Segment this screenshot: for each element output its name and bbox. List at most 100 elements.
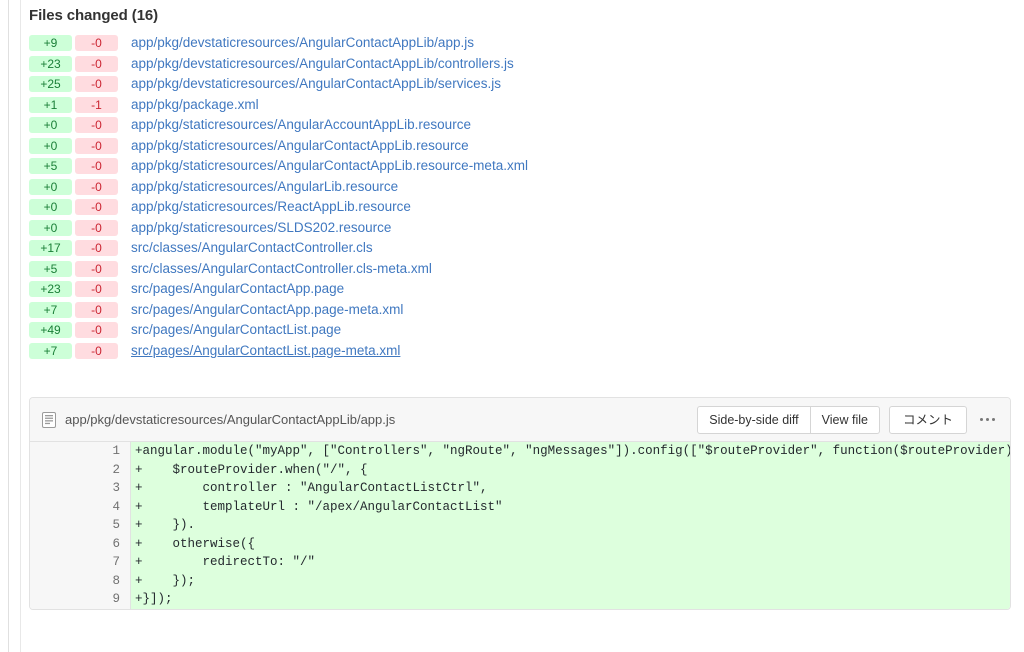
diff-line-number: 8	[30, 571, 131, 590]
kebab-dot	[985, 418, 989, 421]
additions-badge: +0	[29, 178, 72, 195]
changed-file-row[interactable]: +0 -0 app/pkg/staticresources/AngularConta…	[21, 136, 1024, 157]
additions-badge: +0	[29, 137, 72, 154]
diff-line-number: 4	[30, 497, 131, 516]
diff-code-body[interactable]: 1 +angular.module("myApp", ["Controllers"…	[30, 442, 1010, 609]
deletions-badge: -0	[75, 199, 118, 216]
deletions-badge: -0	[75, 178, 118, 195]
changed-file-link[interactable]: src/pages/AngularContactList.page-meta.x…	[131, 341, 400, 362]
deletions-badge: -0	[75, 76, 118, 93]
deletions-badge: -0	[75, 342, 118, 359]
diff-line-code: + otherwise({	[131, 534, 1010, 553]
kebab-menu-icon[interactable]	[976, 409, 998, 431]
changed-file-link[interactable]: app/pkg/staticresources/AngularAccountAp…	[131, 115, 471, 136]
diff-line[interactable]: 3 + controller : "AngularContactListCtrl"…	[30, 479, 1010, 498]
deletions-badge: -0	[75, 35, 118, 52]
changed-file-row[interactable]: +0 -0 app/pkg/staticresources/SLDS202.reso…	[21, 218, 1024, 239]
changed-file-row[interactable]: +49 -0 src/pages/AngularContactList.page	[21, 320, 1024, 341]
diff-line-code: + templateUrl : "/apex/AngularContactLis…	[131, 497, 1010, 516]
additions-badge: +0	[29, 199, 72, 216]
changed-file-row[interactable]: +23 -0 src/pages/AngularContactApp.page	[21, 279, 1024, 300]
deletions-badge: -0	[75, 137, 118, 154]
side-by-side-diff-button[interactable]: Side-by-side diff	[697, 405, 811, 434]
diff-line[interactable]: 2 + $routeProvider.when("/", {	[30, 460, 1010, 479]
diff-actions-toolbar: Side-by-side diff View file コメント	[697, 405, 1000, 434]
diff-line[interactable]: 8 + });	[30, 571, 1010, 590]
additions-badge: +7	[29, 342, 72, 359]
files-changed-section: Files changed (16) +9 -0 app/pkg/devstatic…	[21, 0, 1024, 652]
changed-file-row[interactable]: +0 -0 app/pkg/staticresources/ReactAppLib.…	[21, 197, 1024, 218]
deletions-badge: -0	[75, 281, 118, 298]
diff-line-number: 1	[30, 442, 131, 461]
diff-line[interactable]: 7 + redirectTo: "/"	[30, 553, 1010, 572]
diff-line-number: 3	[30, 479, 131, 498]
changed-file-row[interactable]: +7 -0 src/pages/AngularContactApp.page-met…	[21, 300, 1024, 321]
diff-line[interactable]: 4 + templateUrl : "/apex/AngularContactLi…	[30, 497, 1010, 516]
additions-badge: +9	[29, 35, 72, 52]
deletions-badge: -1	[75, 96, 118, 113]
deletions-badge: -0	[75, 240, 118, 257]
changed-file-link[interactable]: app/pkg/devstaticresources/AngularContac…	[131, 74, 501, 95]
diff-line-code: + controller : "AngularContactListCtrl",	[131, 479, 1010, 498]
kebab-dot	[991, 418, 995, 421]
left-rail-divider	[0, 0, 9, 652]
deletions-badge: -0	[75, 55, 118, 72]
changed-file-link[interactable]: app/pkg/staticresources/AngularContactAp…	[131, 136, 469, 157]
diff-panel-header: app/pkg/devstaticresources/AngularContac…	[30, 398, 1010, 442]
changed-file-link[interactable]: app/pkg/staticresources/AngularContactAp…	[131, 156, 528, 177]
diff-line-number: 2	[30, 460, 131, 479]
page-title: Files changed (16)	[29, 7, 159, 24]
changed-file-link[interactable]: src/pages/AngularContactList.page	[131, 320, 341, 341]
diff-line-number: 7	[30, 553, 131, 572]
additions-badge: +23	[29, 281, 72, 298]
diff-line[interactable]: 1 +angular.module("myApp", ["Controllers"…	[30, 442, 1010, 461]
changed-file-link[interactable]: app/pkg/devstaticresources/AngularContac…	[131, 33, 474, 54]
changed-file-row[interactable]: +0 -0 app/pkg/staticresources/AngularLib.r…	[21, 177, 1024, 198]
additions-badge: +5	[29, 158, 72, 175]
deletions-badge: -0	[75, 219, 118, 236]
kebab-dot	[979, 418, 983, 421]
changed-file-row[interactable]: +25 -0 app/pkg/devstaticresources/AngularC…	[21, 74, 1024, 95]
changed-file-row[interactable]: +5 -0 src/classes/AngularContactController…	[21, 259, 1024, 280]
file-text-icon	[42, 411, 56, 428]
deletions-badge: -0	[75, 322, 118, 339]
changed-files-list: +9 -0 app/pkg/devstaticresources/AngularCo…	[21, 33, 1024, 361]
changed-file-link[interactable]: app/pkg/package.xml	[131, 95, 259, 116]
additions-badge: +23	[29, 55, 72, 72]
diff-line[interactable]: 6 + otherwise({	[30, 534, 1010, 553]
diff-line[interactable]: 9 +}]);	[30, 590, 1010, 609]
diff-line-number: 5	[30, 516, 131, 535]
view-file-button[interactable]: View file	[810, 405, 880, 434]
diff-line[interactable]: 5 + }).	[30, 516, 1010, 535]
changed-file-link[interactable]: app/pkg/staticresources/ReactAppLib.reso…	[131, 197, 411, 218]
changed-file-row[interactable]: +1 -1 app/pkg/package.xml	[21, 95, 1024, 116]
diff-line-number: 6	[30, 534, 131, 553]
changed-file-link[interactable]: src/pages/AngularContactApp.page-meta.xm…	[131, 300, 403, 321]
additions-badge: +1	[29, 96, 72, 113]
changed-file-link[interactable]: app/pkg/staticresources/AngularLib.resou…	[131, 177, 398, 198]
additions-badge: +49	[29, 322, 72, 339]
changed-file-link[interactable]: app/pkg/devstaticresources/AngularContac…	[131, 54, 514, 75]
changed-file-row[interactable]: +9 -0 app/pkg/devstaticresources/AngularCo…	[21, 33, 1024, 54]
changed-file-row[interactable]: +23 -0 app/pkg/devstaticresources/AngularC…	[21, 54, 1024, 75]
changed-file-link[interactable]: app/pkg/staticresources/SLDS202.resource	[131, 218, 391, 239]
diff-line-code: + });	[131, 571, 1010, 590]
diff-file-path: app/pkg/devstaticresources/AngularContac…	[65, 412, 396, 427]
changed-file-link[interactable]: src/classes/AngularContactController.cls	[131, 238, 373, 259]
changed-file-link[interactable]: src/pages/AngularContactApp.page	[131, 279, 344, 300]
additions-badge: +5	[29, 260, 72, 277]
diff-view-button-group: Side-by-side diff View file	[697, 405, 880, 434]
comment-button[interactable]: コメント	[888, 405, 967, 434]
additions-badge: +0	[29, 219, 72, 236]
changed-file-link[interactable]: src/classes/AngularContactController.cls…	[131, 259, 432, 280]
diff-line-code: +}]);	[131, 590, 1010, 609]
deletions-badge: -0	[75, 260, 118, 277]
diff-line-code: + }).	[131, 516, 1010, 535]
additions-badge: +7	[29, 301, 72, 318]
changed-file-row[interactable]: +5 -0 app/pkg/staticresources/AngularConta…	[21, 156, 1024, 177]
changed-file-row[interactable]: +17 -0 src/classes/AngularContactControlle…	[21, 238, 1024, 259]
changed-file-row[interactable]: +0 -0 app/pkg/staticresources/AngularAccou…	[21, 115, 1024, 136]
additions-badge: +0	[29, 117, 72, 134]
additions-badge: +25	[29, 76, 72, 93]
changed-file-row[interactable]: +7 -0 src/pages/AngularContactList.page-me…	[21, 341, 1024, 362]
